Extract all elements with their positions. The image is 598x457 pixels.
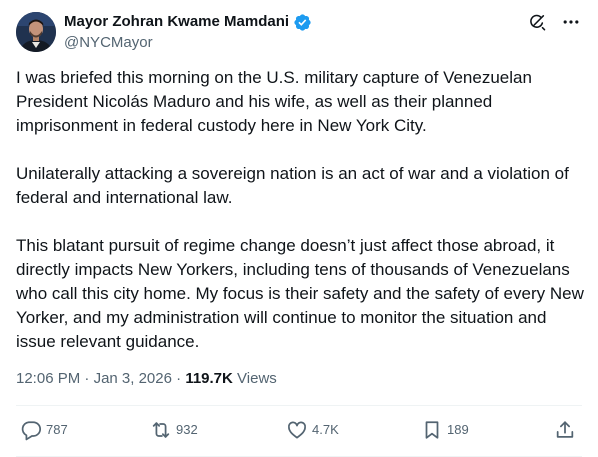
avatar[interactable] xyxy=(16,12,56,52)
author-display-name[interactable]: Mayor Zohran Kwame Mamdani xyxy=(64,12,289,32)
tweet-paragraph: This blatant pursuit of regime change do… xyxy=(16,236,584,351)
views-label: Views xyxy=(237,370,277,387)
views-count[interactable]: 119.7K xyxy=(185,370,233,387)
tweet-date[interactable]: Jan 3, 2026 xyxy=(94,370,172,387)
grok-icon[interactable] xyxy=(526,11,548,33)
like-count: 4.7K xyxy=(312,422,339,437)
tweet-text: I was briefed this morning on the U.S. m… xyxy=(16,66,584,354)
reply-button[interactable]: 787 xyxy=(20,419,68,441)
bookmark-button[interactable]: 189 xyxy=(421,419,469,441)
author-name-row: Mayor Zohran Kwame Mamdani xyxy=(64,12,312,32)
repost-count: 932 xyxy=(176,422,198,437)
bookmark-icon xyxy=(421,419,443,441)
repost-icon xyxy=(150,419,172,441)
share-icon xyxy=(554,419,576,441)
share-button[interactable] xyxy=(554,419,576,441)
tweet-meta: 12:06 PM · Jan 3, 2026 · 119.7K Views xyxy=(16,369,277,389)
header-actions xyxy=(526,11,582,33)
divider xyxy=(16,405,582,406)
tweet: Mayor Zohran Kwame Mamdani @NYCMayor I w… xyxy=(0,0,598,457)
tweet-paragraph: I was briefed this morning on the U.S. m… xyxy=(16,68,532,135)
author-handle[interactable]: @NYCMayor xyxy=(64,33,153,53)
reply-count: 787 xyxy=(46,422,68,437)
tweet-paragraph: Unilaterally attacking a sovereign natio… xyxy=(16,164,569,207)
tweet-time[interactable]: 12:06 PM xyxy=(16,370,80,387)
like-button[interactable]: 4.7K xyxy=(286,419,339,441)
meta-separator: · xyxy=(84,370,90,387)
action-bar: 787 932 4.7K 189 xyxy=(16,419,582,447)
more-icon[interactable] xyxy=(560,11,582,33)
meta-separator: · xyxy=(176,370,182,387)
reply-icon xyxy=(20,419,42,441)
heart-icon xyxy=(286,419,308,441)
verified-badge-icon[interactable] xyxy=(293,13,312,32)
bookmark-count: 189 xyxy=(447,422,469,437)
repost-button[interactable]: 932 xyxy=(150,419,198,441)
